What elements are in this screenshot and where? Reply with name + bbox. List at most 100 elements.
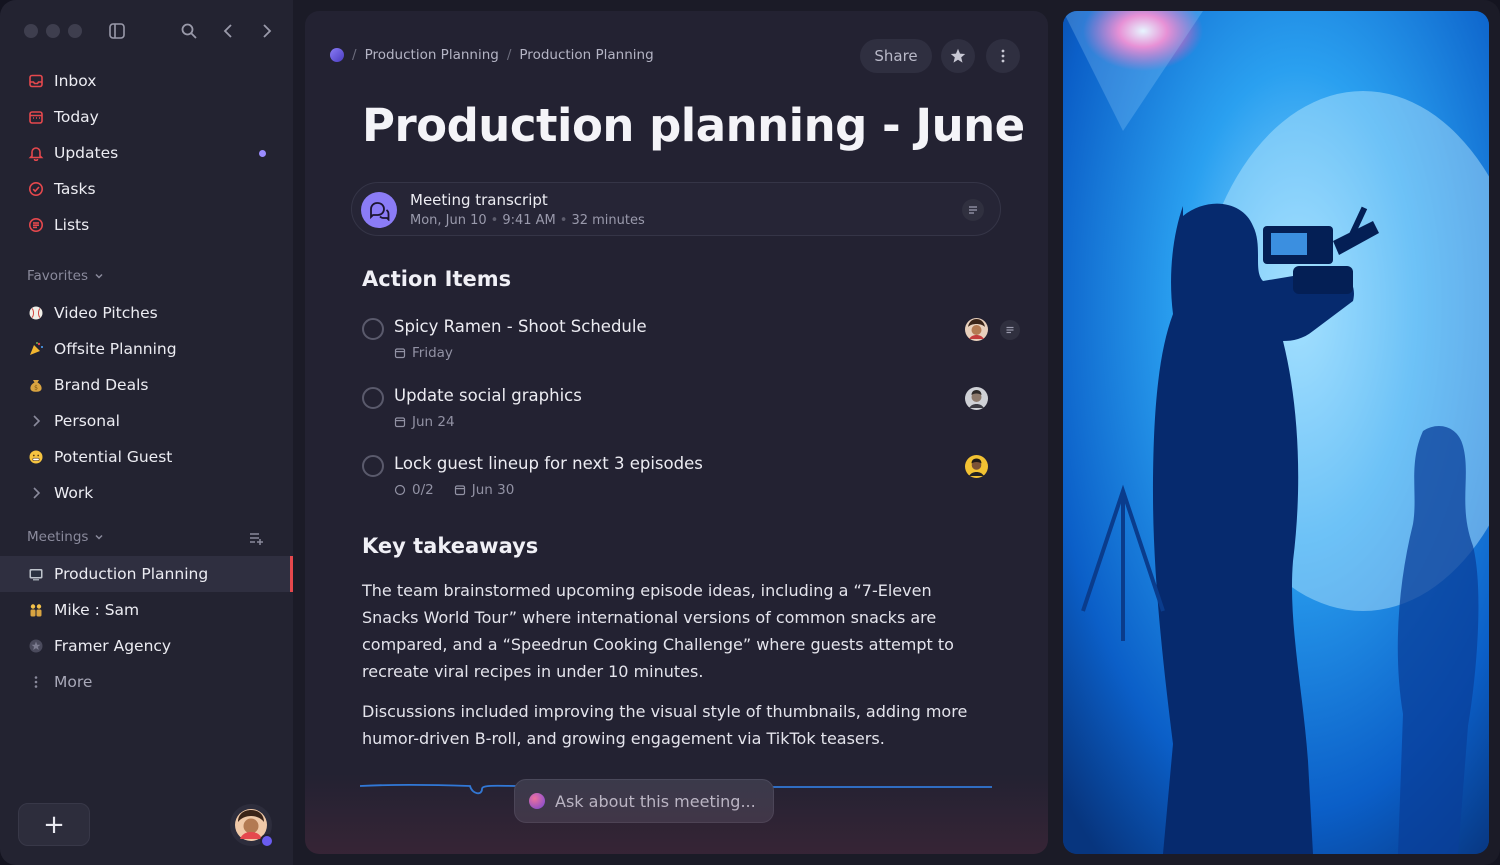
sidebar-item-label: Potential Guest <box>54 448 173 466</box>
sidebar-item-potential-guest[interactable]: Potential Guest <box>0 439 293 475</box>
breadcrumb: / Production Planning / Production Plann… <box>330 47 654 63</box>
more-options-button[interactable] <box>986 39 1020 73</box>
sidebar-item-work[interactable]: Work <box>0 475 293 511</box>
unread-badge <box>259 149 266 157</box>
sidebar-item-video-pitches[interactable]: Video Pitches <box>0 295 293 331</box>
task-due-date: Friday <box>412 345 453 361</box>
sidebar-item-mike-sam[interactable]: Mike : Sam <box>0 592 293 628</box>
zoom-window-button[interactable] <box>68 24 82 38</box>
money-bag-icon: $ <box>27 376 45 394</box>
add-meeting-list-icon[interactable] <box>248 530 264 550</box>
app-window: Inbox Today Updates Tasks Lists Favorite… <box>0 0 1500 865</box>
ask-meeting-placeholder: Ask about this meeting... <box>555 791 756 811</box>
cameraman-silhouette-image <box>1063 11 1489 854</box>
task-meta: Friday <box>394 345 453 361</box>
tv-icon <box>27 565 45 583</box>
sidebar-item-label: Lists <box>54 216 90 234</box>
sidebar-item-label: Framer Agency <box>54 637 172 655</box>
ai-orb-icon <box>529 793 545 809</box>
workspace-icon[interactable] <box>330 48 344 62</box>
chevron-right-icon[interactable] <box>27 412 45 430</box>
sidebar-item-personal[interactable]: Personal <box>0 403 293 439</box>
sidebar-item-label: More <box>54 673 93 691</box>
transcript-time: 9:41 AM <box>502 213 556 228</box>
sidebar-item-label: Tasks <box>54 180 96 198</box>
sidebar-item-label: Inbox <box>54 72 97 90</box>
sidebar-item-more[interactable]: More <box>0 664 293 700</box>
transcript-duration: 32 minutes <box>571 213 645 228</box>
baseball-icon <box>27 304 45 322</box>
task-meta: 0/2 Jun 30 <box>394 482 514 498</box>
sidebar-item-inbox[interactable]: Inbox <box>0 63 293 99</box>
sidebar-item-label: Today <box>54 108 99 126</box>
sidebar-item-label: Video Pitches <box>54 304 158 322</box>
sidebar-item-framer-agency[interactable]: Framer Agency <box>0 628 293 664</box>
close-window-button[interactable] <box>24 24 38 38</box>
task-checkbox[interactable] <box>362 455 384 477</box>
calendar-icon <box>394 417 406 428</box>
sidebar-item-offsite-planning[interactable]: Offsite Planning <box>0 331 293 367</box>
plus-icon: + <box>43 809 65 840</box>
sidebar-toggle-icon[interactable] <box>106 20 128 42</box>
check-circle-icon <box>27 180 45 198</box>
share-button[interactable]: Share <box>860 39 932 73</box>
search-icon[interactable] <box>178 20 200 42</box>
task-title[interactable]: Spicy Ramen - Shoot Schedule <box>394 317 647 336</box>
sidebar-item-label: Production Planning <box>54 565 209 583</box>
avatar[interactable] <box>965 318 988 341</box>
page-title: Production planning - June <box>362 99 1025 152</box>
sidebar-item-today[interactable]: Today <box>0 99 293 135</box>
task-subtask-count: 0/2 <box>412 482 434 498</box>
avatar[interactable] <box>965 387 988 410</box>
task-checkbox[interactable] <box>362 318 384 340</box>
breadcrumb-item[interactable]: Production Planning <box>365 47 499 63</box>
sidebar-item-updates[interactable]: Updates <box>0 135 293 171</box>
sidebar-item-production-planning[interactable]: Production Planning <box>0 556 293 592</box>
transcript-meta: Mon, Jun 10 • 9:41 AM • 32 minutes <box>410 213 645 228</box>
chevron-right-icon[interactable] <box>27 484 45 502</box>
takeaway-paragraph: The team brainstormed upcoming episode i… <box>362 581 954 681</box>
task-due-date: Jun 30 <box>471 482 515 498</box>
avatar[interactable] <box>965 455 988 478</box>
back-icon[interactable] <box>218 20 240 42</box>
text-lines-icon[interactable] <box>1000 320 1020 340</box>
favorite-button[interactable] <box>941 39 975 73</box>
minimize-window-button[interactable] <box>46 24 60 38</box>
sidebar-item-tasks[interactable]: Tasks <box>0 171 293 207</box>
inbox-icon <box>27 72 45 90</box>
text-lines-icon[interactable] <box>962 199 984 221</box>
people-icon <box>27 601 45 619</box>
star-badge-icon <box>27 637 45 655</box>
user-avatar[interactable] <box>230 804 274 848</box>
add-button[interactable]: + <box>18 803 90 846</box>
meeting-transcript-card[interactable]: Meeting transcript Mon, Jun 10 • 9:41 AM • 3… <box>351 182 1001 236</box>
list-icon <box>27 216 45 234</box>
sidebar-item-label: Brand Deals <box>54 376 149 394</box>
star-icon <box>950 48 966 63</box>
chat-bubbles-icon <box>361 192 397 228</box>
calendar-icon <box>454 485 465 496</box>
task-title[interactable]: Lock guest lineup for next 3 episodes <box>394 454 703 473</box>
workspace-badge-icon <box>260 834 274 848</box>
more-vertical-icon <box>1001 49 1005 63</box>
forward-icon[interactable] <box>255 20 277 42</box>
favorites-header[interactable]: Favorites <box>27 268 104 284</box>
ask-meeting-input[interactable]: Ask about this meeting... <box>514 779 774 823</box>
sidebar-item-brand-deals[interactable]: $ Brand Deals <box>0 367 293 403</box>
svg-text:$: $ <box>34 385 38 392</box>
cover-photo <box>1063 11 1489 854</box>
grimace-emoji-icon <box>27 448 45 466</box>
task-checkbox[interactable] <box>362 387 384 409</box>
transcript-title: Meeting transcript <box>410 191 548 209</box>
calendar-icon <box>27 108 45 126</box>
sidebar-item-label: Offsite Planning <box>54 340 177 358</box>
task-meta: Jun 24 <box>394 414 455 430</box>
sidebar-item-label: Mike : Sam <box>54 601 140 619</box>
breadcrumb-item[interactable]: Production Planning <box>519 47 653 63</box>
task-title[interactable]: Update social graphics <box>394 386 582 405</box>
subtasks-icon <box>394 484 406 496</box>
key-takeaways-heading: Key takeaways <box>362 534 539 558</box>
task-due-date: Jun 24 <box>412 414 455 430</box>
sidebar-item-lists[interactable]: Lists <box>0 207 293 243</box>
meetings-header[interactable]: Meetings <box>27 529 104 545</box>
